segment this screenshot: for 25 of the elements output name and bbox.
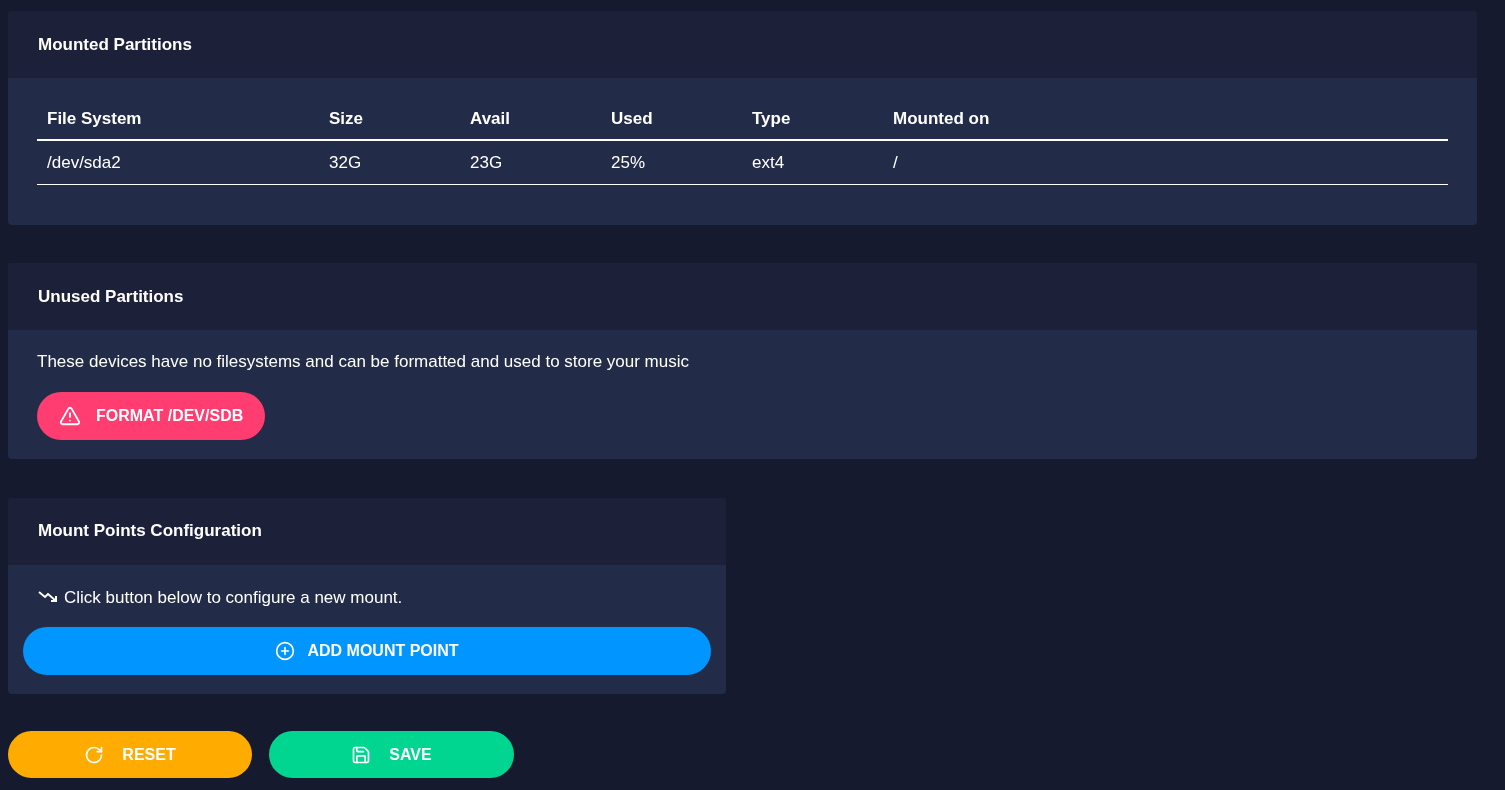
add-mount-point-button[interactable]: ADD MOUNT POINT <box>23 627 711 675</box>
save-button[interactable]: SAVE <box>269 731 514 778</box>
table-cell-text: / <box>892 151 899 174</box>
card-title: Mount Points Configuration <box>38 520 262 543</box>
table-cell-text: 32G <box>328 151 363 174</box>
card-title: Mounted Partitions <box>38 33 192 56</box>
table-cell-text: ext4 <box>751 151 786 174</box>
plus-circle-icon <box>275 641 296 661</box>
column-header: File System <box>46 108 143 131</box>
description-text: These devices have no filesystems and can be formatted and used to store your music <box>37 351 690 373</box>
table-cell-text: /dev/sda2 <box>46 151 122 174</box>
format-button[interactable]: FORMAT /DEV/SDB <box>37 391 266 440</box>
column-header: Mounted on <box>892 108 991 131</box>
rotate-icon <box>84 744 105 765</box>
reset-button[interactable]: RESET <box>8 731 252 778</box>
column-header: Type <box>751 108 792 131</box>
card-title: Unused Partitions <box>38 285 184 308</box>
hint-text: Click button below to configure a new mount. <box>64 586 403 609</box>
column-header: Avail <box>469 108 511 131</box>
column-header: Used <box>610 108 654 131</box>
warning-icon <box>59 404 81 427</box>
column-header: Size <box>328 108 365 131</box>
save-icon <box>351 744 372 765</box>
table-cell-text: 25% <box>610 151 647 174</box>
table-cell-text: 23G <box>469 151 504 174</box>
